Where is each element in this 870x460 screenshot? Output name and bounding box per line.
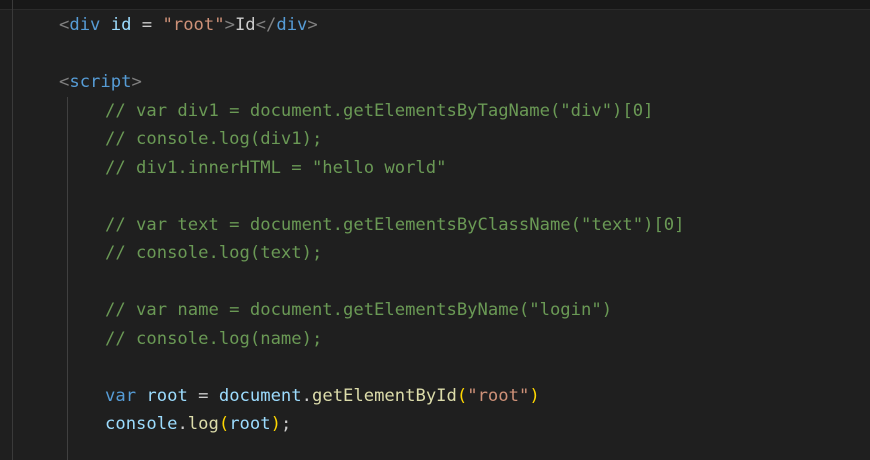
code-line-console-log[interactable]: console.log(root);: [0, 410, 870, 439]
end-tag-close-bracket: >: [307, 15, 318, 35]
attribute-equals: =: [131, 15, 163, 35]
code-lines[interactable]: <div id = "root">Id</div> <script> // va…: [0, 11, 870, 439]
blank-line[interactable]: [0, 353, 870, 382]
element-text: Id: [234, 15, 256, 35]
argument-root: root: [229, 414, 271, 434]
script-close-bracket: >: [131, 72, 142, 92]
tag-close-bracket: >: [224, 15, 235, 35]
code-line-script[interactable]: <script>: [0, 68, 870, 97]
blank-line[interactable]: [0, 182, 870, 211]
assign-operator: =: [187, 385, 219, 406]
object-console: console: [105, 414, 178, 434]
blank-line[interactable]: [0, 268, 870, 297]
close-paren: ): [270, 414, 281, 434]
comment-line[interactable]: // div1.innerHTML = "hello world": [0, 154, 870, 183]
blank-line[interactable]: [0, 40, 870, 69]
code-line-var-root[interactable]: var root = document.getElementById("root…: [0, 382, 870, 411]
open-paren: (: [218, 414, 230, 434]
method-getelementbyid: getElementById: [312, 385, 457, 406]
close-paren: ): [529, 385, 540, 406]
comment-line[interactable]: // console.log(text);: [0, 239, 870, 268]
end-tag-open-bracket: </: [255, 15, 277, 35]
member-dot: .: [177, 414, 188, 434]
code-line-div[interactable]: <div id = "root">Id</div>: [0, 11, 870, 40]
variable-root: root: [136, 385, 188, 406]
string-argument: "root": [467, 385, 530, 406]
tag-open-bracket: <: [59, 15, 70, 35]
comment-line[interactable]: // var div1 = document.getElementsByTagN…: [0, 97, 870, 126]
code-editor[interactable]: <div id = "root">Id</div> <script> // va…: [0, 0, 870, 460]
object-document: document: [218, 385, 302, 406]
attribute-name: id: [100, 15, 132, 35]
attribute-value: "root": [162, 15, 225, 35]
comment-line[interactable]: // var name = document.getElementsByName…: [0, 296, 870, 325]
tag-name: div: [69, 15, 101, 35]
comment-line[interactable]: // var text = document.getElementsByClas…: [0, 211, 870, 240]
keyword-var: var: [105, 385, 137, 406]
end-tag-name: div: [276, 15, 308, 35]
editor-top-strip: [0, 0, 870, 10]
comment-line[interactable]: // console.log(div1);: [0, 125, 870, 154]
script-tag-name: script: [69, 72, 132, 92]
script-open-bracket: <: [59, 72, 70, 92]
comment-line[interactable]: // console.log(name);: [0, 325, 870, 354]
method-log: log: [187, 414, 219, 434]
member-dot: .: [301, 385, 312, 406]
open-paren: (: [456, 385, 468, 406]
semicolon: ;: [280, 414, 292, 434]
